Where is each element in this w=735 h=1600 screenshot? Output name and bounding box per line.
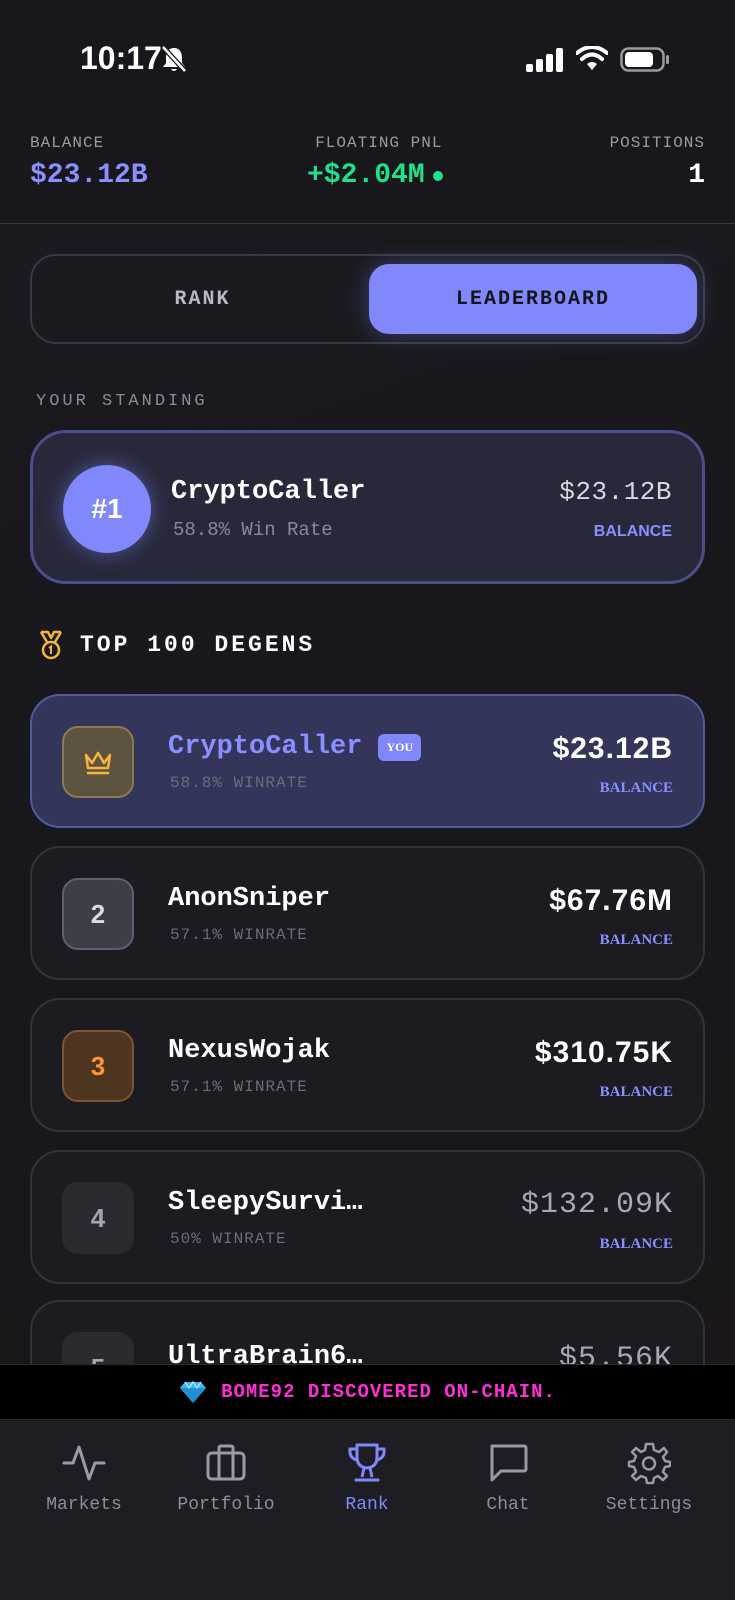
- status-time: 10:17: [80, 40, 162, 76]
- nav-label: Markets: [46, 1495, 122, 1515]
- top-degens-header: TOP 100 DEGENS: [36, 630, 315, 660]
- live-indicator-dot: [432, 170, 443, 181]
- leaderboard-balance-value: $5.56K: [558, 1342, 673, 1364]
- floating-pnl-stat: FLOATING PNL +$2.04M: [307, 134, 443, 191]
- nav-label: Settings: [605, 1495, 693, 1515]
- chat-icon: [490, 1444, 528, 1482]
- leaderboard-balance-value: $23.12B: [552, 732, 673, 765]
- leaderboard-row[interactable]: 2 AnonSniper 57.1% WINRATE $67.76M BALAN…: [30, 846, 705, 980]
- leaderboard-winrate: 50% WINRATE: [170, 1230, 287, 1248]
- crown-icon: [84, 751, 112, 775]
- bottom-navigation: Markets Portfolio Rank Chat Settings: [0, 1421, 735, 1600]
- rank-badge: 5: [62, 1332, 134, 1364]
- leaderboard-name-wrap: CryptoCaller YOU: [168, 732, 422, 762]
- tab-leaderboard[interactable]: LEADERBOARD: [369, 264, 697, 334]
- nav-label: Rank: [345, 1495, 389, 1515]
- leaderboard-username: SleepySurvi…: [168, 1188, 363, 1218]
- leaderboard-winrate: 58.8% WINRATE: [170, 774, 308, 792]
- leaderboard-winrate: 57.1% WINRATE: [170, 926, 308, 944]
- rank-badge: 4: [62, 1182, 134, 1254]
- view-toggle: RANK LEADERBOARD: [30, 254, 705, 344]
- positions-value: 1: [688, 160, 705, 191]
- nav-chat[interactable]: Chat: [438, 1441, 578, 1515]
- bell-muted-icon: [161, 45, 187, 73]
- leaderboard-balance-value: $310.75K: [534, 1036, 673, 1069]
- leaderboard-row[interactable]: 3 NexusWojak 57.1% WINRATE $310.75K BALA…: [30, 998, 705, 1132]
- medal-icon: [39, 630, 63, 660]
- leaderboard-row[interactable]: 5 UltraBrain6… $5.56K: [30, 1300, 705, 1364]
- nav-label: Portfolio: [177, 1495, 275, 1515]
- ticker-text: BOME92 DISCOVERED ON-CHAIN.: [221, 1381, 556, 1403]
- standing-winrate: 58.8% Win Rate: [173, 519, 333, 541]
- top-degens-title: TOP 100 DEGENS: [80, 632, 316, 658]
- leaderboard-username: UltraBrain6…: [168, 1342, 363, 1364]
- balance-label: BALANCE: [30, 134, 105, 152]
- tab-rank[interactable]: RANK: [40, 264, 365, 334]
- rank-badge-silver: 2: [62, 878, 134, 950]
- status-bar: 10:17: [0, 0, 735, 120]
- leaderboard-balance-label: BALANCE: [599, 1236, 673, 1252]
- balance-stat: BALANCE $23.12B: [30, 134, 148, 191]
- your-standing-label: YOUR STANDING: [36, 392, 208, 411]
- standing-username: CryptoCaller: [171, 477, 366, 507]
- leaderboard-row[interactable]: CryptoCaller YOU 58.8% WINRATE $23.12B B…: [30, 694, 705, 828]
- standing-balance-value: $23.12B: [559, 477, 672, 507]
- leaderboard-username: CryptoCaller: [168, 732, 363, 762]
- gem-icon: [180, 1380, 207, 1403]
- pnl-label: FLOATING PNL: [315, 134, 443, 152]
- discovery-ticker[interactable]: BOME92 DISCOVERED ON-CHAIN.: [0, 1364, 735, 1420]
- leaderboard-balance-value: $67.76M: [549, 884, 673, 917]
- nav-label: Chat: [486, 1495, 530, 1515]
- standing-balance-label: BALANCE: [593, 523, 672, 540]
- wifi-icon: [576, 46, 608, 70]
- positions-label: POSITIONS: [609, 134, 705, 152]
- leaderboard-username: NexusWojak: [168, 1036, 331, 1066]
- nav-portfolio[interactable]: Portfolio: [156, 1441, 296, 1515]
- leaderboard-winrate: 57.1% WINRATE: [170, 1078, 308, 1096]
- leaderboard-balance-label: BALANCE: [599, 932, 673, 948]
- activity-icon: [62, 1445, 106, 1481]
- nav-settings[interactable]: Settings: [579, 1441, 719, 1515]
- battery-icon: [620, 47, 669, 72]
- gear-icon: [627, 1442, 671, 1485]
- balance-value: $23.12B: [30, 160, 148, 191]
- nav-rank[interactable]: Rank: [297, 1441, 437, 1515]
- leaderboard-username: AnonSniper: [168, 884, 331, 914]
- leaderboard-list[interactable]: CryptoCaller YOU 58.8% WINRATE $23.12B B…: [30, 694, 705, 1364]
- trophy-icon: [348, 1443, 386, 1482]
- signal-icon: [526, 48, 563, 72]
- briefcase-icon: [206, 1444, 246, 1481]
- leaderboard-balance-label: BALANCE: [599, 1084, 673, 1100]
- account-stats-bar: BALANCE $23.12B FLOATING PNL +$2.04M POS…: [0, 120, 735, 224]
- leaderboard-row[interactable]: 4 SleepySurvi… 50% WINRATE $132.09K BALA…: [30, 1150, 705, 1284]
- you-badge: YOU: [378, 733, 422, 761]
- nav-markets[interactable]: Markets: [14, 1441, 154, 1515]
- pnl-value-wrap: +$2.04M: [307, 160, 443, 191]
- pnl-value: +$2.04M: [307, 160, 425, 191]
- rank-badge-bronze: 3: [62, 1030, 134, 1102]
- leaderboard-balance-value: $132.09K: [520, 1188, 673, 1222]
- rank-badge: #1: [63, 465, 151, 553]
- rank-badge-gold: [62, 726, 134, 798]
- positions-stat: POSITIONS 1: [610, 134, 705, 191]
- leaderboard-balance-label: BALANCE: [599, 780, 673, 796]
- your-standing-card[interactable]: #1 CryptoCaller 58.8% Win Rate $23.12B B…: [30, 430, 705, 584]
